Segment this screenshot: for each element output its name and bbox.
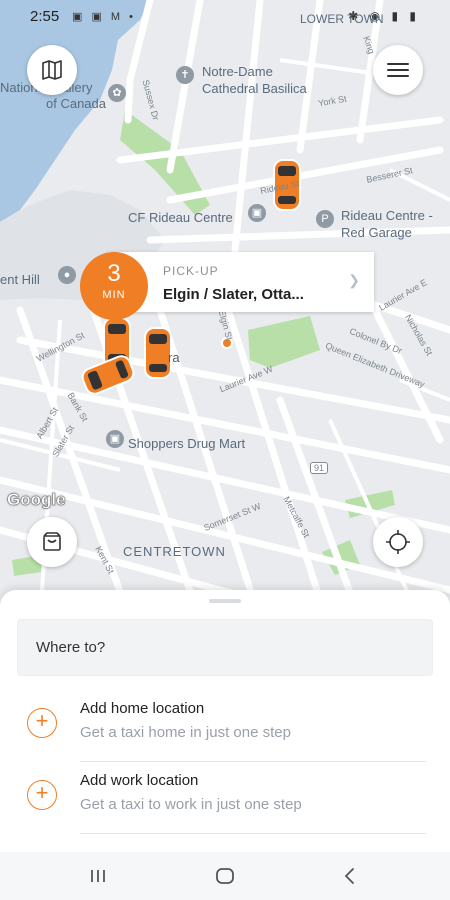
- museum-icon: ✿: [108, 84, 126, 102]
- map-label-centretown: CENTRETOWN: [123, 544, 226, 559]
- sheet-handle[interactable]: [209, 599, 241, 603]
- eta-unit: MIN: [102, 289, 126, 301]
- home-button[interactable]: [205, 864, 245, 888]
- eta-number: 3: [107, 260, 121, 287]
- taxi-car-icon: [81, 355, 135, 395]
- map-toggle-button[interactable]: [27, 45, 77, 95]
- parking-icon: P: [316, 210, 334, 228]
- back-button[interactable]: [330, 864, 370, 888]
- add-home-location[interactable]: + Add home location Get a taxi home in j…: [0, 690, 450, 762]
- status-time: 2:55: [30, 8, 60, 25]
- route-shield: 91: [310, 462, 329, 474]
- map-label-rideau-centre: CF Rideau Centre: [128, 210, 233, 225]
- system-nav-bar: [0, 852, 450, 900]
- map-label-gallery-2: of Canada: [46, 96, 106, 111]
- map-label-garage-2: Red Garage: [341, 225, 412, 240]
- divider: [80, 833, 426, 834]
- map-label-notre-dame-1: Notre-Dame: [202, 64, 273, 79]
- pharmacy-icon: ▣: [106, 430, 124, 448]
- home-subtitle: Get a taxi home in just one step: [80, 724, 291, 741]
- plus-circle-icon: +: [27, 780, 57, 810]
- plus-circle-icon: +: [27, 708, 57, 738]
- menu-icon: [387, 63, 409, 77]
- map-icon: [42, 60, 62, 80]
- add-work-location[interactable]: + Add work location Get a taxi to work i…: [0, 762, 450, 834]
- map-label-notre-dame-2: Cathedral Basilica: [202, 81, 307, 96]
- work-title: Add work location: [80, 772, 199, 789]
- home-icon: [216, 868, 234, 884]
- shopping-icon: ▣: [248, 204, 266, 222]
- church-icon: ✝: [176, 66, 194, 84]
- locate-me-button[interactable]: [373, 517, 423, 567]
- pickup-label: PICK-UP: [163, 264, 219, 278]
- recent-apps-button[interactable]: [78, 864, 118, 888]
- pickup-address: Elgin / Slater, Otta...: [163, 286, 304, 303]
- bag-icon: [43, 532, 61, 551]
- place-pin-icon: ●: [58, 266, 76, 284]
- map-label-ottawa: ra: [168, 350, 180, 365]
- map-label-lower-town: LOWER TOWN: [300, 12, 384, 26]
- where-to-input[interactable]: Where to?: [17, 619, 433, 676]
- google-logo: Google: [7, 490, 66, 510]
- crosshair-icon: [386, 530, 410, 554]
- where-to-placeholder: Where to?: [36, 639, 106, 656]
- map-label-hill: ent Hill: [0, 272, 40, 287]
- menu-button[interactable]: [373, 45, 423, 95]
- recent-apps-icon: [91, 870, 105, 882]
- eta-badge: 3 MIN: [80, 252, 148, 320]
- map-label-shoppers: Shoppers Drug Mart: [128, 436, 246, 451]
- bottom-sheet[interactable]: Where to? + Add home location Get a taxi…: [0, 590, 450, 852]
- map-label-garage-1: Rideau Centre -: [341, 208, 433, 223]
- back-icon: [344, 868, 354, 884]
- work-subtitle: Get a taxi to work in just one step: [80, 796, 302, 813]
- bag-button[interactable]: [27, 517, 77, 567]
- home-title: Add home location: [80, 700, 205, 717]
- chevron-right-icon: ❯: [348, 272, 360, 288]
- notification-icons: ▣ ▣ M •: [72, 11, 136, 23]
